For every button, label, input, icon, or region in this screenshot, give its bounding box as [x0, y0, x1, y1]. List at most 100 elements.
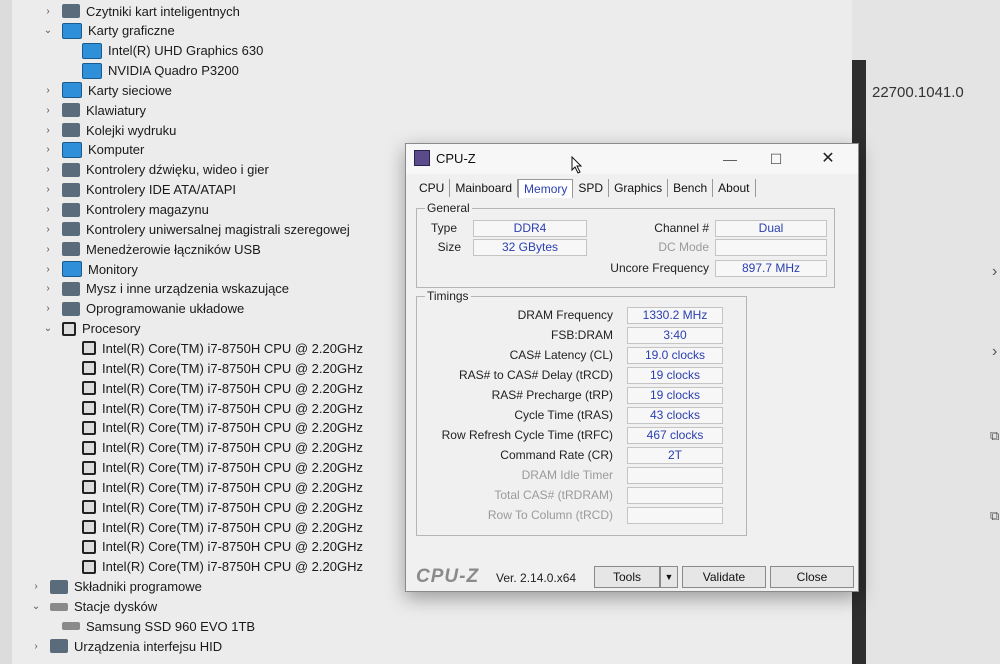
tree-item[interactable]: › Kontrolery uniwersalnej magistrali szer… [42, 219, 349, 239]
tree-item[interactable]: Intel(R) UHD Graphics 630 [62, 41, 263, 61]
tab-about[interactable]: About [713, 179, 756, 197]
tab-graphics[interactable]: Graphics [609, 179, 669, 197]
tree-item[interactable]: Intel(R) Core(TM) i7-8750H CPU @ 2.20GHz [62, 338, 363, 358]
chevron-right-icon[interactable]: › [42, 125, 54, 136]
tree-item[interactable]: › Klawiatury [42, 100, 146, 120]
chevron-right-icon[interactable]: › [42, 224, 54, 235]
cpu-icon [62, 321, 76, 336]
tab-spd[interactable]: SPD [573, 179, 610, 197]
chevron-right-icon[interactable]: › [992, 343, 997, 361]
chevron-right-icon[interactable]: › [42, 85, 54, 96]
general-title: General [425, 201, 472, 215]
external-link-icon[interactable]: ⧉ [990, 508, 999, 524]
tree-item-label: Intel(R) Core(TM) i7-8750H CPU @ 2.20GHz [102, 340, 363, 356]
chevron-right-icon[interactable]: › [42, 105, 54, 116]
tab-memory[interactable]: Memory [518, 179, 574, 198]
tree-item-label: Procesory [82, 321, 141, 337]
maximize-button[interactable]: ☐ [758, 147, 794, 171]
tree-item[interactable]: Intel(R) Core(TM) i7-8750H CPU @ 2.20GHz [62, 477, 363, 497]
tree-item-label: Kontrolery dźwięku, wideo i gier [86, 162, 269, 178]
external-link-icon[interactable]: ⧉ [990, 428, 999, 444]
validate-button[interactable]: Validate [682, 566, 766, 588]
cpuz-window: CPU-Z — ☐ ✕ CPU Mainboard Memory SPD Graphic… [405, 143, 859, 592]
tree-item[interactable]: Intel(R) Core(TM) i7-8750H CPU @ 2.20GHz [62, 358, 363, 378]
tree-item[interactable]: › Kontrolery magazynu [42, 200, 209, 220]
tree-item[interactable]: ⌄ Stacje dysków [30, 597, 157, 617]
tab-bench[interactable]: Bench [668, 179, 714, 197]
disk-drive-icon [62, 622, 80, 631]
chevron-right-icon[interactable]: › [42, 244, 54, 255]
tree-item[interactable]: › Monitory [42, 259, 138, 279]
tree-item[interactable]: › Oprogramowanie układowe [42, 299, 244, 319]
tree-item[interactable]: › Kontrolery dźwięku, wideo i gier [42, 160, 269, 180]
tree-item[interactable]: Intel(R) Core(TM) i7-8750H CPU @ 2.20GHz [62, 458, 363, 478]
tree-item[interactable]: ⌄ Procesory [42, 319, 141, 339]
chevron-right-icon[interactable]: › [42, 283, 54, 294]
tree-item-label: Klawiatury [86, 102, 146, 118]
tree-item[interactable]: Intel(R) Core(TM) i7-8750H CPU @ 2.20GHz [62, 557, 363, 577]
timings-title: Timings [425, 289, 471, 303]
chevron-right-icon[interactable]: › [42, 6, 54, 17]
cpu-icon [82, 539, 96, 554]
chevron-right-icon[interactable]: › [42, 144, 54, 155]
tree-item[interactable]: NVIDIA Quadro P3200 [62, 61, 239, 81]
timing-label: RAS# to CAS# Delay (tRCD) [458, 368, 613, 382]
tree-item-label: Intel(R) UHD Graphics 630 [108, 43, 264, 59]
tree-item[interactable]: › Mysz i inne urządzenia wskazujące [42, 279, 289, 299]
tree-item-label: Składniki programowe [74, 579, 202, 595]
tree-item[interactable]: Intel(R) Core(TM) i7-8750H CPU @ 2.20GHz [62, 517, 363, 537]
tree-item[interactable]: › Karty sieciowe [42, 80, 172, 100]
tree-item[interactable]: Intel(R) Core(TM) i7-8750H CPU @ 2.20GHz [62, 537, 363, 557]
monitor-icon [62, 261, 82, 278]
tree-item-label: Kolejki wydruku [86, 122, 177, 138]
title-bar[interactable]: CPU-Z — ☐ ✕ [406, 144, 858, 174]
tree-item[interactable]: › Kolejki wydruku [42, 120, 176, 140]
tree-item[interactable]: › Kontrolery IDE ATA/ATAPI [42, 180, 236, 200]
tab-mainboard[interactable]: Mainboard [450, 179, 519, 197]
tree-item[interactable]: › Czytniki kart inteligentnych [42, 1, 240, 21]
tree-item-label: Intel(R) Core(TM) i7-8750H CPU @ 2.20GHz [102, 460, 363, 476]
timing-value: 467 clocks [627, 427, 723, 444]
uncore-value: 897.7 MHz [715, 260, 827, 277]
minimize-button[interactable]: — [712, 147, 748, 171]
tree-item[interactable]: › Menedżerowie łączników USB [42, 239, 261, 259]
close-window-button[interactable]: ✕ [810, 147, 846, 171]
tree-item[interactable]: Intel(R) Core(TM) i7-8750H CPU @ 2.20GHz [62, 418, 363, 438]
tree-item[interactable]: Intel(R) Core(TM) i7-8750H CPU @ 2.20GHz [62, 398, 363, 418]
close-button[interactable]: Close [770, 566, 854, 588]
tab-cpu[interactable]: CPU [414, 179, 451, 197]
tree-item[interactable]: › Składniki programowe [30, 577, 202, 597]
tools-dropdown-icon[interactable]: ▼ [660, 566, 678, 588]
tree-item[interactable]: Intel(R) Core(TM) i7-8750H CPU @ 2.20GHz [62, 378, 363, 398]
tree-item[interactable]: › Urządzenia interfejsu HID [30, 636, 222, 656]
chevron-right-icon[interactable]: › [42, 303, 54, 314]
timing-value: 43 clocks [627, 407, 723, 424]
cpu-icon [82, 341, 96, 356]
gpu-icon [82, 62, 102, 79]
chevron-down-icon[interactable]: ⌄ [42, 25, 54, 36]
chevron-down-icon[interactable]: ⌄ [42, 323, 54, 334]
chevron-right-icon[interactable]: › [30, 581, 42, 592]
channel-label: Channel # [654, 221, 709, 235]
chevron-right-icon[interactable]: › [42, 184, 54, 195]
tools-button[interactable]: Tools [594, 566, 660, 588]
left-edge-strip [0, 0, 12, 664]
tree-item[interactable]: Intel(R) Core(TM) i7-8750H CPU @ 2.20GHz [62, 497, 363, 517]
tree-item-label: Intel(R) Core(TM) i7-8750H CPU @ 2.20GHz [102, 360, 363, 376]
hid-icon [50, 639, 68, 654]
chevron-right-icon[interactable]: › [42, 164, 54, 175]
chevron-down-icon[interactable]: ⌄ [30, 601, 42, 612]
computer-icon [62, 141, 82, 158]
version-text: Ver. 2.14.0.x64 [496, 571, 577, 585]
uncore-label: Uncore Frequency [610, 261, 709, 275]
chevron-right-icon[interactable]: › [992, 263, 997, 281]
chevron-right-icon[interactable]: › [30, 641, 42, 652]
chevron-right-icon[interactable]: › [42, 204, 54, 215]
tree-item[interactable]: ⌄ Karty graficzne [42, 21, 175, 41]
tree-item-label: NVIDIA Quadro P3200 [108, 63, 239, 79]
tree-item[interactable]: › Komputer [42, 140, 144, 160]
tree-item[interactable]: Samsung SSD 960 EVO 1TB [42, 616, 255, 636]
chevron-right-icon[interactable]: › [42, 264, 54, 275]
tree-item-label: Stacje dysków [74, 599, 158, 614]
tree-item[interactable]: Intel(R) Core(TM) i7-8750H CPU @ 2.20GHz [62, 438, 363, 458]
